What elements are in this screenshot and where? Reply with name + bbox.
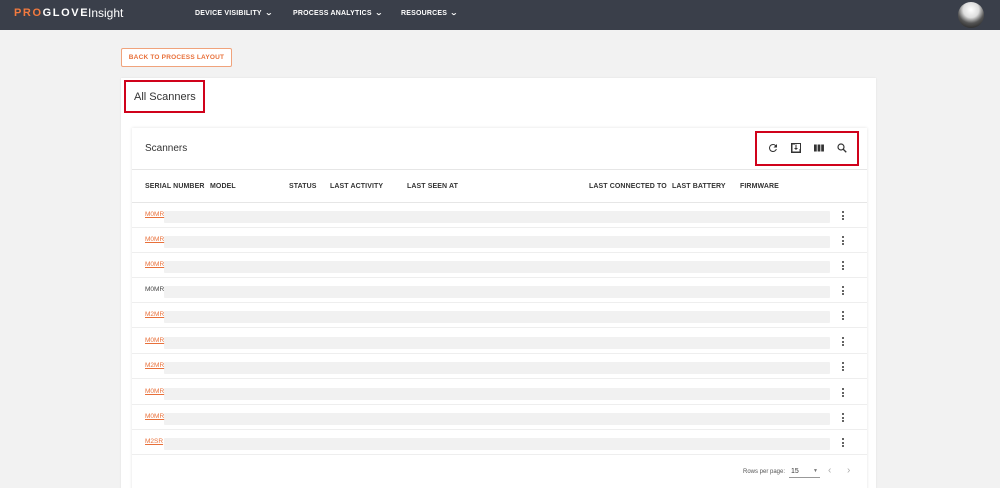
logo-glove-text: GLOVE	[42, 7, 90, 19]
nav-resources-label: RESOURCES	[401, 10, 448, 17]
serial-link[interactable]: M2MR	[145, 311, 164, 318]
serial-link[interactable]: M0MR	[145, 211, 164, 218]
more-vert-icon[interactable]	[839, 210, 847, 222]
chevron-down-icon: ⌄	[449, 10, 459, 17]
top-navbar: PROGLOVE Insight DEVICE VISIBILITY ⌄ PROC…	[0, 0, 1000, 30]
redacted-row-data	[164, 362, 830, 374]
table-row: M0MR	[132, 405, 867, 430]
table-row: M2MR	[132, 303, 867, 328]
serial-link[interactable]: M0MR	[145, 236, 164, 243]
rows-per-page-select[interactable]: 15 ▼	[789, 465, 820, 478]
redacted-row-data	[164, 413, 830, 425]
toolbar-highlight-box	[755, 131, 859, 166]
redacted-row-data	[164, 286, 830, 298]
title-highlight-box	[124, 80, 205, 113]
more-vert-icon[interactable]	[839, 387, 847, 399]
col-serial-number[interactable]: SERIAL NUMBER	[145, 183, 205, 190]
more-vert-icon[interactable]	[839, 260, 847, 272]
redacted-row-data	[164, 438, 830, 450]
redacted-row-data	[164, 337, 830, 349]
redacted-row-data	[164, 388, 830, 400]
serial-link[interactable]: M0MR	[145, 337, 164, 344]
col-last-seen-at[interactable]: LAST SEEN AT	[407, 183, 458, 190]
serial-link[interactable]: M0MR	[145, 413, 164, 420]
serial-text: M0MR	[145, 286, 165, 293]
app-name: Insight	[88, 6, 124, 20]
rows-per-page-value: 15	[791, 468, 799, 475]
col-model[interactable]: MODEL	[210, 183, 236, 190]
col-last-connected-to[interactable]: LAST CONNECTED TO	[589, 183, 667, 190]
more-vert-icon[interactable]	[839, 285, 847, 297]
chevron-down-icon: ⌄	[264, 10, 274, 17]
table-row: M0MR	[132, 253, 867, 278]
proglove-logo[interactable]: PROGLOVE	[14, 7, 89, 19]
table-row: M0MR	[132, 380, 867, 405]
next-page-icon[interactable]: ›	[847, 465, 850, 476]
serial-link[interactable]: M0MR	[145, 388, 164, 395]
serial-link[interactable]: M0MR	[145, 261, 164, 268]
more-vert-icon[interactable]	[839, 310, 847, 322]
table-row: M2SR	[132, 430, 867, 455]
more-vert-icon[interactable]	[839, 336, 847, 348]
back-to-process-layout-button[interactable]: BACK TO PROCESS LAYOUT	[121, 48, 232, 67]
nav-resources[interactable]: RESOURCES ⌄	[401, 9, 459, 17]
nav-device-visibility[interactable]: DEVICE VISIBILITY ⌄	[195, 9, 274, 17]
more-vert-icon[interactable]	[839, 235, 847, 247]
dropdown-arrow-icon: ▼	[813, 468, 818, 474]
redacted-row-data	[164, 236, 830, 248]
header-divider	[132, 169, 867, 170]
table-row: M0MR	[132, 278, 867, 303]
previous-page-icon[interactable]: ‹	[828, 465, 831, 476]
panel-title: Scanners	[145, 143, 188, 154]
more-vert-icon[interactable]	[839, 437, 847, 449]
rows-per-page-label: Rows per page:	[743, 469, 786, 475]
serial-link[interactable]: M2MR	[145, 362, 164, 369]
col-firmware[interactable]: FIRMWARE	[740, 183, 779, 190]
redacted-row-data	[164, 261, 830, 273]
redacted-row-data	[164, 211, 830, 223]
chevron-down-icon: ⌄	[374, 10, 384, 17]
table-row: M2MR	[132, 354, 867, 379]
more-vert-icon[interactable]	[839, 412, 847, 424]
serial-link[interactable]: M2SR	[145, 438, 163, 445]
table-row: M0MR	[132, 228, 867, 253]
col-last-activity[interactable]: LAST ACTIVITY	[330, 183, 383, 190]
col-last-battery[interactable]: LAST BATTERY	[672, 183, 726, 190]
table-row: M0MR	[132, 329, 867, 354]
table-row: M0MR	[132, 203, 867, 228]
more-vert-icon[interactable]	[839, 361, 847, 373]
nav-process-analytics[interactable]: PROCESS ANALYTICS ⌄	[293, 9, 384, 17]
col-status[interactable]: STATUS	[289, 183, 317, 190]
user-avatar[interactable]	[958, 2, 984, 28]
nav-process-analytics-label: PROCESS ANALYTICS	[293, 10, 372, 17]
nav-device-visibility-label: DEVICE VISIBILITY	[195, 10, 262, 17]
logo-pro-text: PRO	[14, 7, 43, 19]
redacted-row-data	[164, 311, 830, 323]
